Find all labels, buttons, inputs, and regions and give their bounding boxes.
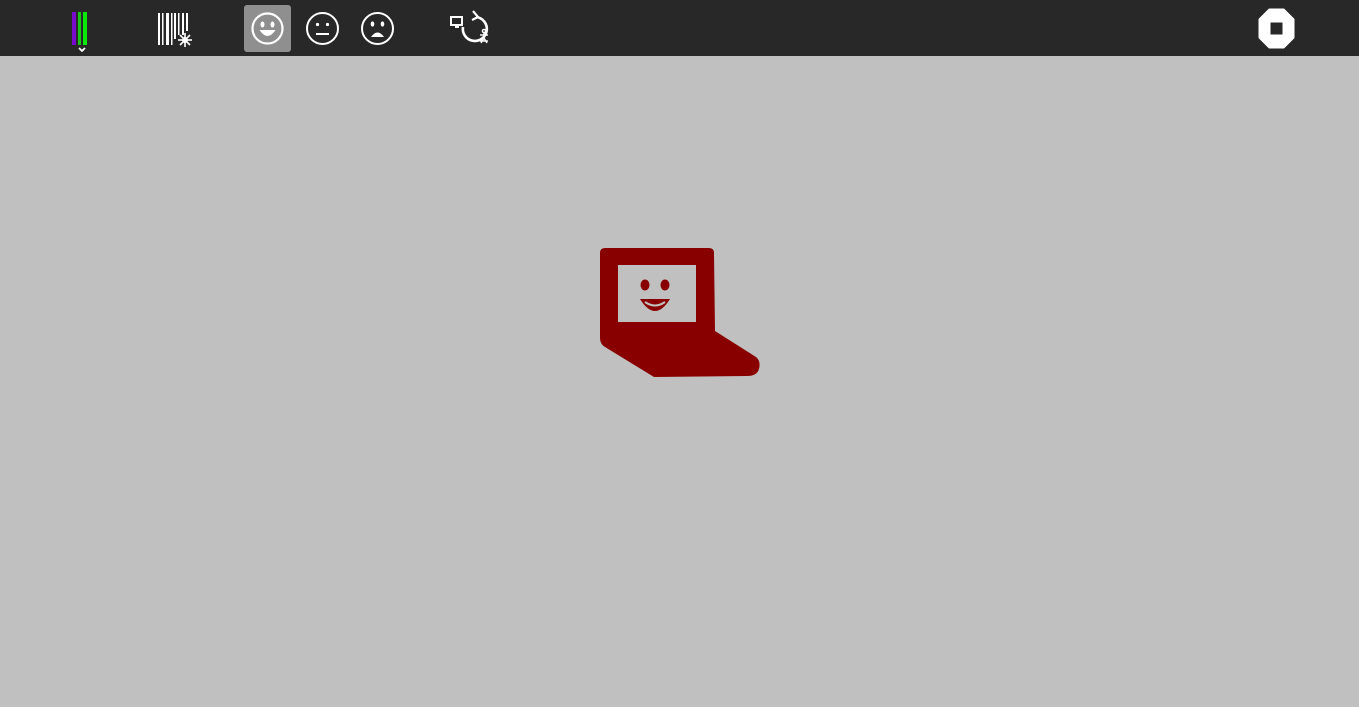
sad-mood-button[interactable] xyxy=(354,5,401,52)
happy-face-icon xyxy=(251,12,284,45)
network-share-icon xyxy=(450,10,489,44)
palette-button[interactable] xyxy=(58,5,105,52)
happy-laptop-icon xyxy=(600,248,760,377)
barcode-button[interactable] xyxy=(152,5,199,52)
neutral-face-icon xyxy=(306,12,339,45)
sad-face-icon xyxy=(361,12,394,45)
toolbar xyxy=(0,0,1359,56)
chevron-down-icon xyxy=(78,47,86,52)
stop-button[interactable] xyxy=(1253,5,1300,52)
barcode-laser-icon xyxy=(158,13,192,47)
neutral-mood-button[interactable] xyxy=(299,5,346,52)
happy-mood-button[interactable] xyxy=(244,5,291,52)
share-button[interactable] xyxy=(447,5,494,52)
stop-icon xyxy=(1258,8,1295,49)
drawing-canvas[interactable] xyxy=(0,56,1359,707)
color-palette-icon xyxy=(72,12,87,52)
